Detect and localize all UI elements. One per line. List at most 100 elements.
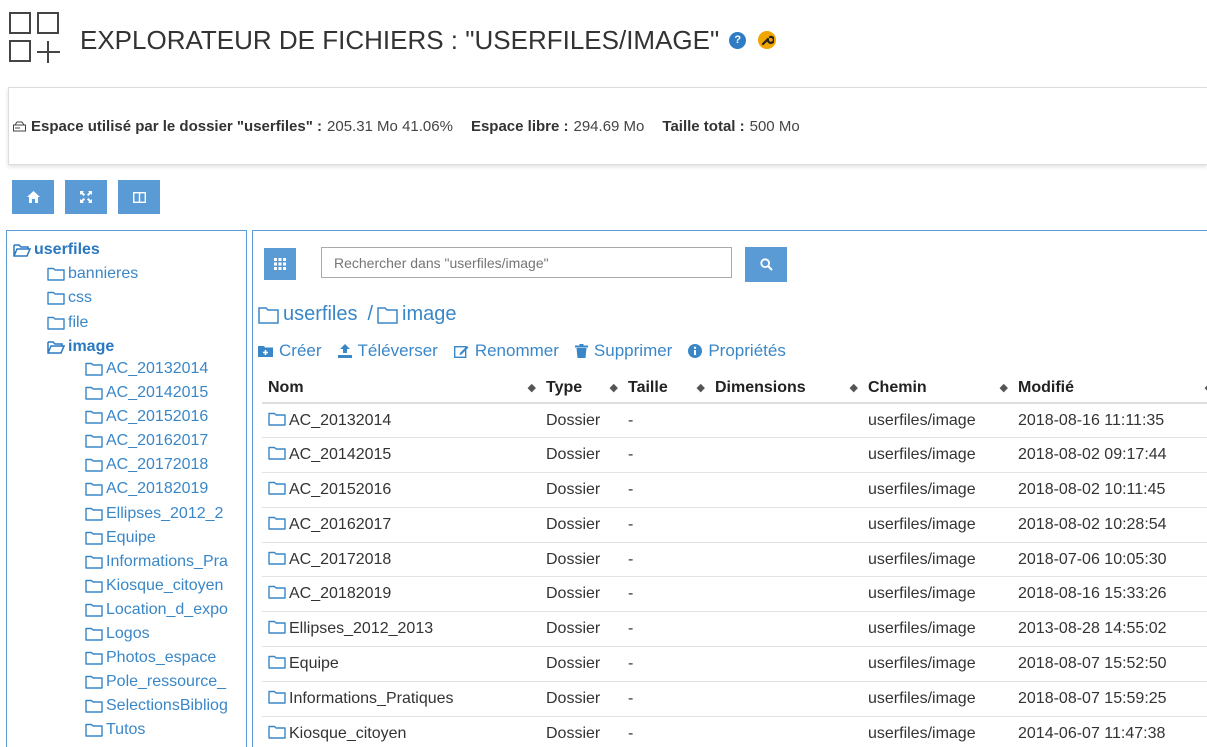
cell-name[interactable]: AC_20152016: [262, 472, 540, 508]
table-row[interactable]: Kiosque_citoyen Dossier - userfiles/image 20…: [262, 716, 1207, 747]
upload-icon: [337, 344, 352, 358]
folder-icon: [268, 551, 286, 565]
tree-item-child[interactable]: Pole_ressource_: [85, 671, 226, 693]
tree-item-child[interactable]: Tutos: [85, 719, 145, 741]
tree-item-child[interactable]: Logos: [85, 623, 150, 645]
total-size-value: 500 Mo: [749, 117, 800, 135]
table-row[interactable]: AC_20172018 Dossier - userfiles/image 2018-0…: [262, 542, 1207, 578]
tree-item-css[interactable]: css: [47, 287, 92, 309]
cell-path: userfiles/image: [862, 403, 1012, 439]
tree-root-userfiles[interactable]: userfiles: [13, 239, 100, 261]
table-row[interactable]: Equipe Dossier - userfiles/image 2018-08-07 …: [262, 646, 1207, 682]
folder-icon: [85, 603, 103, 617]
tree-item-child[interactable]: AC_20182019: [85, 478, 208, 500]
tree-item-child[interactable]: AC_20172018: [85, 454, 208, 476]
tree-label: AC_20142015: [106, 384, 209, 401]
breadcrumb-root[interactable]: userfiles: [283, 303, 357, 326]
cell-name[interactable]: Ellipses_2012_2013: [262, 611, 540, 648]
folder-icon: [268, 585, 286, 600]
cell-size: -: [622, 542, 709, 578]
column-header-type[interactable]: Type ◆: [540, 373, 622, 404]
rename-button[interactable]: Renommer: [453, 341, 559, 361]
tree-item-child[interactable]: SelectionsBibliog: [85, 695, 228, 717]
folder-icon: [377, 306, 399, 324]
cell-modified: 2014-06-07 11:47:38: [1012, 716, 1207, 747]
tree-item-current[interactable]: image: [47, 336, 114, 358]
tree-label: Tutos: [106, 721, 146, 739]
view-toolbar: [12, 180, 160, 214]
table-row[interactable]: AC_20152016 Dossier - userfiles/image 2018-0…: [262, 472, 1207, 508]
cell-name[interactable]: Kiosque_citoyen: [262, 716, 540, 747]
help-icon[interactable]: ?: [729, 31, 747, 49]
cell-dimensions: [709, 403, 862, 439]
tree-item-child[interactable]: AC_20162017: [85, 430, 208, 452]
tree-item-child[interactable]: Location_d_expo: [85, 599, 228, 621]
cell-path: userfiles/image: [862, 611, 1012, 648]
table-row[interactable]: AC_20142015 Dossier - userfiles/image 2018-0…: [262, 437, 1207, 474]
folder-icon: [258, 306, 280, 324]
home-button[interactable]: [12, 180, 54, 214]
table-row[interactable]: AC_20162017 Dossier - userfiles/image 2018-0…: [262, 507, 1207, 543]
column-header-name[interactable]: Nom ◆: [262, 373, 540, 404]
folder-icon: [268, 690, 286, 704]
tree-item-child[interactable]: AC_20142015: [85, 382, 208, 404]
tree-label: AC_20132014: [106, 359, 209, 377]
file-table: Nom ◆ Type ◆ Taille ◆ Dimensions ◆ Chemin ◆ M…: [262, 373, 1207, 747]
grid-view-button[interactable]: [264, 248, 296, 280]
folder-icon: [85, 386, 103, 400]
cell-name[interactable]: AC_20182019: [262, 576, 540, 613]
column-header-path[interactable]: Chemin ◆: [862, 373, 1012, 404]
cell-size: -: [622, 716, 709, 747]
toggle-tree-button[interactable]: [118, 180, 160, 214]
tree-item-child[interactable]: AC_20152016: [85, 406, 208, 428]
tree-item-bannieres[interactable]: bannieres: [47, 263, 138, 285]
tree-label: AC_20152016: [106, 408, 209, 426]
create-button[interactable]: Créer: [258, 341, 322, 361]
column-header-dimensions[interactable]: Dimensions ◆: [709, 373, 862, 404]
cell-modified: 2018-08-02 09:17:44: [1012, 437, 1207, 474]
cell-name[interactable]: AC_20172018: [262, 542, 540, 578]
tree-item-child[interactable]: Informations_Pra: [85, 551, 228, 573]
cell-name[interactable]: AC_20162017: [262, 507, 540, 543]
create-label: Créer: [279, 341, 322, 360]
cell-name[interactable]: Informations_Pratiques: [262, 681, 540, 717]
folder-icon: [85, 723, 103, 738]
table-row[interactable]: Informations_Pratiques Dossier - userfiles/…: [262, 681, 1207, 717]
tree-item-child[interactable]: Equipe: [85, 527, 156, 549]
folder-icon: [85, 579, 103, 593]
cell-path: userfiles/image: [862, 681, 1012, 717]
disk-usage-bar: Espace utilisé par le dossier "userfiles…: [8, 87, 1207, 165]
search-button[interactable]: [745, 247, 787, 282]
columns-icon: [132, 191, 146, 203]
file-manager-icon: [8, 11, 66, 69]
properties-label: Propriétés: [708, 341, 786, 360]
cell-name[interactable]: AC_20132014: [262, 403, 540, 439]
column-header-size[interactable]: Taille ◆: [622, 373, 709, 404]
tree-item-child[interactable]: Photos_espace: [85, 647, 216, 669]
cell-path: userfiles/image: [862, 472, 1012, 508]
search-icon: [759, 258, 773, 271]
cell-name[interactable]: Equipe: [262, 646, 540, 682]
tree-item-child[interactable]: Kiosque_citoyen: [85, 575, 223, 597]
table-row[interactable]: AC_20182019 Dossier - userfiles/image 2018-0…: [262, 576, 1207, 613]
tree-item-file[interactable]: file: [47, 312, 88, 334]
breadcrumb-current[interactable]: image: [402, 303, 456, 326]
column-header-modified[interactable]: Modifié◆: [1012, 373, 1207, 404]
page-title: EXPLORATEUR DE FICHIERS : "USERFILES/IMA…: [80, 24, 720, 55]
wrench-icon[interactable]: [758, 31, 777, 49]
tree-item-child[interactable]: Ellipses_2012_2: [85, 503, 223, 525]
folder-icon: [268, 655, 286, 669]
tree-item-child[interactable]: AC_20132014: [85, 358, 208, 380]
upload-label: Téléverser: [357, 341, 438, 360]
tree-label: Location_d_expo: [106, 600, 228, 618]
properties-button[interactable]: Propriétés: [688, 341, 786, 361]
table-row[interactable]: Ellipses_2012_2013 Dossier - userfiles/imag…: [262, 611, 1207, 648]
search-input[interactable]: [321, 247, 732, 278]
upload-button[interactable]: Téléverser: [337, 341, 438, 361]
delete-button[interactable]: Supprimer: [574, 341, 672, 361]
cell-name[interactable]: AC_20142015: [262, 437, 540, 474]
folder-icon: [85, 482, 103, 497]
cell-dimensions: [709, 542, 862, 578]
fullscreen-button[interactable]: [65, 180, 107, 214]
table-row[interactable]: AC_20132014 Dossier - userfiles/image 2018-0…: [262, 403, 1207, 439]
